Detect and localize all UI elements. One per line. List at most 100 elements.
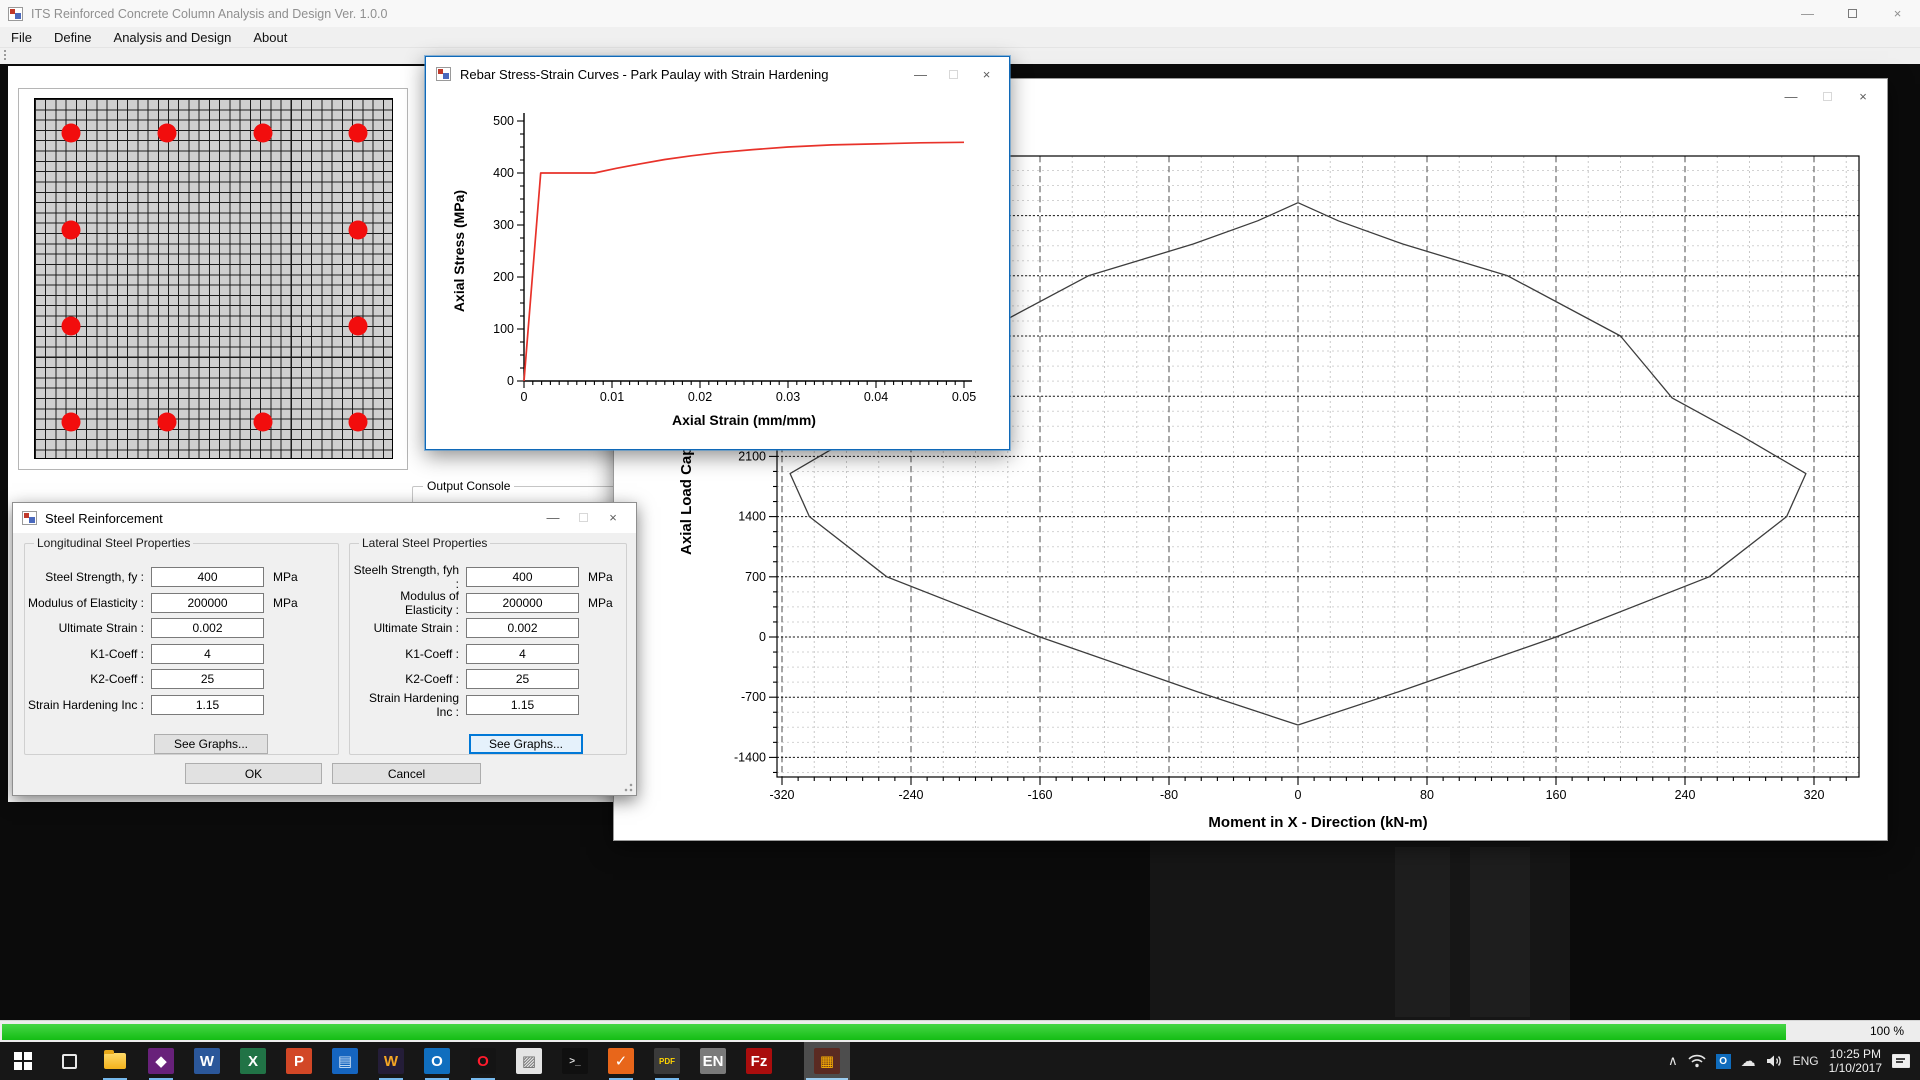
input-k1-coeff[interactable]: 4 xyxy=(466,644,579,664)
see-graphs-button-lateral[interactable]: See Graphs... xyxy=(469,734,583,754)
word-taskbar[interactable]: W xyxy=(184,1042,230,1080)
analysis-progress-bar xyxy=(2,1024,1786,1040)
field-label: Steelh Strength, fyh : xyxy=(350,563,459,591)
svg-text:0: 0 xyxy=(1295,788,1302,802)
input-strain-hardening-inc[interactable]: 1.15 xyxy=(151,695,264,715)
svg-text:300: 300 xyxy=(493,218,514,232)
menu-item-analysis-and-design[interactable]: Analysis and Design xyxy=(103,28,243,47)
language-indicator[interactable]: ENG xyxy=(1793,1054,1819,1068)
rebar-dot xyxy=(349,316,368,335)
rebar-dot xyxy=(61,220,80,239)
field-label: Strain Hardening Inc : xyxy=(350,691,459,719)
main-maximize-button[interactable] xyxy=(1830,0,1875,27)
svg-text:0.02: 0.02 xyxy=(688,390,712,404)
svg-text:500: 500 xyxy=(493,114,514,128)
input-ultimate-strain[interactable]: 0.002 xyxy=(151,618,264,638)
windows-logo-icon xyxy=(14,1052,32,1070)
wifi-icon[interactable] xyxy=(1688,1054,1706,1068)
visual-studio-taskbar[interactable]: ◆ xyxy=(138,1042,184,1080)
menu-item-define[interactable]: Define xyxy=(43,28,103,47)
input-modulus-of-elasticity[interactable]: 200000 xyxy=(151,593,264,613)
rebar-dot xyxy=(158,124,177,143)
chart-minimize-button[interactable]: — xyxy=(1773,83,1809,109)
main-minimize-button[interactable]: — xyxy=(1785,0,1830,27)
checklist-taskbar[interactable]: ✓ xyxy=(598,1042,644,1080)
resize-grip[interactable] xyxy=(623,782,633,792)
tray-clock[interactable]: 10:25 PM 1/10/2017 xyxy=(1829,1047,1882,1075)
svg-text:80: 80 xyxy=(1420,788,1434,802)
pdf-tool-taskbar[interactable]: PDF xyxy=(644,1042,690,1080)
outlook-icon: O xyxy=(424,1048,450,1074)
field-label: Modulus of Elasticity : xyxy=(350,589,459,617)
svg-text:200: 200 xyxy=(493,270,514,284)
photo-icon: ▨ xyxy=(516,1048,542,1074)
file-explorer-taskbar[interactable] xyxy=(92,1042,138,1080)
excel-taskbar[interactable]: X xyxy=(230,1042,276,1080)
checkmark-icon: ✓ xyxy=(608,1048,634,1074)
stress-close-button[interactable]: × xyxy=(970,61,1003,87)
system-tray: ∧ O ☁ ENG 10:25 PM 1/10/2017 xyxy=(1668,1042,1920,1080)
menu-item-about[interactable]: About xyxy=(242,28,298,47)
chart-maximize-button[interactable] xyxy=(1809,83,1845,109)
main-close-button[interactable]: × xyxy=(1875,0,1920,27)
main-window-title: ITS Reinforced Concrete Column Analysis … xyxy=(31,7,387,21)
toolbar-grip[interactable] xyxy=(4,50,6,62)
rebar-dot xyxy=(349,413,368,432)
stress-maximize-button[interactable] xyxy=(937,61,970,87)
groupbox-label: Lateral Steel Properties xyxy=(359,536,490,550)
svg-text:100: 100 xyxy=(493,322,514,336)
input-steel-strength-fy[interactable]: 400 xyxy=(151,567,264,587)
outlook-taskbar[interactable]: O xyxy=(414,1042,460,1080)
filezilla-taskbar[interactable]: Fz xyxy=(736,1042,782,1080)
command-prompt-taskbar[interactable]: >_ xyxy=(552,1042,598,1080)
taskbar-apps: ◆WXP▤WOO▨>_✓PDFENFz▦ xyxy=(0,1042,850,1080)
input-modulus-of-elasticity[interactable]: 200000 xyxy=(466,593,579,613)
menu-item-file[interactable]: File xyxy=(0,28,43,47)
chart-close-button[interactable]: × xyxy=(1845,83,1881,109)
output-console-label: Output Console xyxy=(423,479,514,493)
cross-section-mesh-grid xyxy=(34,98,393,459)
tray-outlook-icon[interactable]: O xyxy=(1716,1054,1731,1069)
en-badge-icon: EN xyxy=(700,1048,726,1074)
svg-text:2100: 2100 xyxy=(738,449,766,463)
task-view-button[interactable] xyxy=(46,1042,92,1080)
steel-maximize-button[interactable] xyxy=(568,508,598,527)
input-k2-coeff[interactable]: 25 xyxy=(151,669,264,689)
steel-close-button[interactable]: × xyxy=(598,508,628,527)
start-button[interactable] xyxy=(0,1042,46,1080)
input-ultimate-strain[interactable]: 0.002 xyxy=(466,618,579,638)
input-k2-coeff[interactable]: 25 xyxy=(466,669,579,689)
rebar-dot xyxy=(349,220,368,239)
w-zigzag-icon: W xyxy=(378,1048,404,1074)
input-strain-hardening-inc[interactable]: 1.15 xyxy=(466,695,579,715)
steel-reinforcement-dialog: Steel Reinforcement — × Longitudinal Ste… xyxy=(12,502,637,796)
steel-dialog-title: Steel Reinforcement xyxy=(45,511,163,526)
column-app-taskbar[interactable]: ▦ xyxy=(804,1042,850,1080)
opera-taskbar[interactable]: O xyxy=(460,1042,506,1080)
field-label: K1-Coeff : xyxy=(90,647,144,661)
steel-minimize-button[interactable]: — xyxy=(538,508,568,527)
office-doc-taskbar[interactable]: ▤ xyxy=(322,1042,368,1080)
stress-minimize-button[interactable]: — xyxy=(904,61,937,87)
action-center-icon[interactable] xyxy=(1892,1054,1910,1068)
see-graphs-button-longitudinal[interactable]: See Graphs... xyxy=(154,734,268,754)
input-steelh-strength-fyh[interactable]: 400 xyxy=(466,567,579,587)
volume-icon[interactable] xyxy=(1766,1054,1783,1068)
photo-viewer-taskbar[interactable]: ▨ xyxy=(506,1042,552,1080)
messenger-taskbar[interactable]: W xyxy=(368,1042,414,1080)
stress-dialog-titlebar: Rebar Stress-Strain Curves - Park Paulay… xyxy=(426,57,1009,91)
cancel-button[interactable]: Cancel xyxy=(332,763,481,784)
powerpoint-taskbar[interactable]: P xyxy=(276,1042,322,1080)
unit-label: MPa xyxy=(588,570,613,584)
svg-text:0: 0 xyxy=(759,630,766,644)
en-tool-taskbar[interactable]: EN xyxy=(690,1042,736,1080)
folder-icon xyxy=(104,1053,126,1069)
ok-button[interactable]: OK xyxy=(185,763,322,784)
tray-chevron-up-icon[interactable]: ∧ xyxy=(1668,1053,1678,1069)
input-k1-coeff[interactable]: 4 xyxy=(151,644,264,664)
onedrive-cloud-icon[interactable]: ☁ xyxy=(1741,1052,1756,1070)
svg-text:240: 240 xyxy=(1675,788,1696,802)
terminal-icon: >_ xyxy=(562,1048,588,1074)
field-label: Ultimate Strain : xyxy=(59,621,144,635)
svg-text:1400: 1400 xyxy=(738,510,766,524)
